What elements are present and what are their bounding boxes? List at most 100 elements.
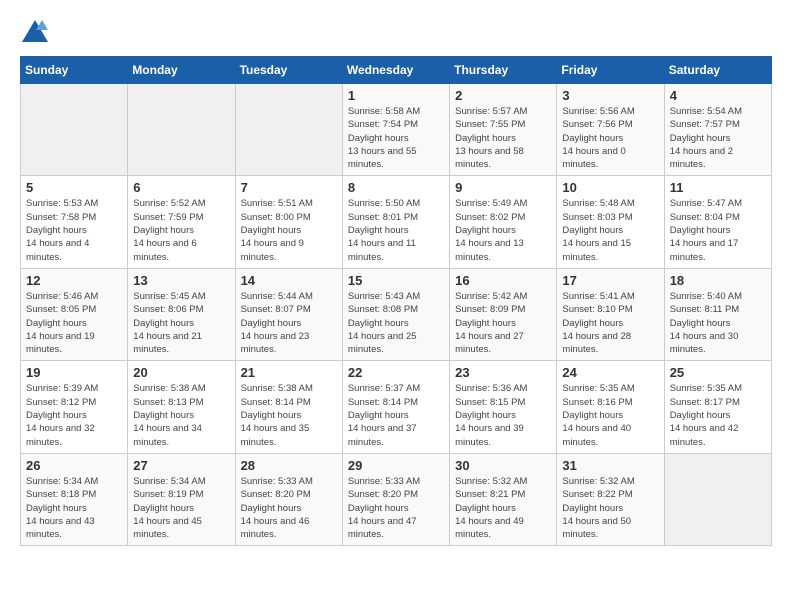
calendar-cell: 13 Sunrise: 5:45 AM Sunset: 8:06 PM Dayl… bbox=[128, 268, 235, 360]
day-number: 3 bbox=[562, 88, 658, 103]
daylight-value: 14 hours and 28 minutes. bbox=[562, 331, 631, 355]
sunset-label: Sunset: 7:59 PM bbox=[133, 212, 203, 223]
daylight-value: 14 hours and 45 minutes. bbox=[133, 516, 202, 540]
calendar-cell: 27 Sunrise: 5:34 AM Sunset: 8:19 PM Dayl… bbox=[128, 453, 235, 545]
daylight-value: 13 hours and 55 minutes. bbox=[348, 146, 417, 170]
calendar-cell bbox=[235, 84, 342, 176]
daylight-label: Daylight hours bbox=[455, 225, 516, 236]
day-number: 22 bbox=[348, 365, 444, 380]
sunset-label: Sunset: 7:55 PM bbox=[455, 119, 525, 130]
cell-info: Sunrise: 5:39 AM Sunset: 8:12 PM Dayligh… bbox=[26, 382, 122, 448]
sunset-label: Sunset: 8:14 PM bbox=[241, 397, 311, 408]
day-number: 28 bbox=[241, 458, 337, 473]
daylight-label: Daylight hours bbox=[562, 225, 623, 236]
sunset-label: Sunset: 8:22 PM bbox=[562, 489, 632, 500]
calendar-cell: 10 Sunrise: 5:48 AM Sunset: 8:03 PM Dayl… bbox=[557, 176, 664, 268]
daylight-label: Daylight hours bbox=[670, 318, 731, 329]
calendar-cell: 17 Sunrise: 5:41 AM Sunset: 8:10 PM Dayl… bbox=[557, 268, 664, 360]
day-number: 31 bbox=[562, 458, 658, 473]
daylight-value: 14 hours and 19 minutes. bbox=[26, 331, 95, 355]
day-number: 14 bbox=[241, 273, 337, 288]
cell-info: Sunrise: 5:32 AM Sunset: 8:21 PM Dayligh… bbox=[455, 475, 551, 541]
daylight-label: Daylight hours bbox=[133, 410, 194, 421]
day-number: 12 bbox=[26, 273, 122, 288]
calendar-week-4: 19 Sunrise: 5:39 AM Sunset: 8:12 PM Dayl… bbox=[21, 361, 772, 453]
daylight-value: 14 hours and 46 minutes. bbox=[241, 516, 310, 540]
sunset-label: Sunset: 8:17 PM bbox=[670, 397, 740, 408]
sunset-label: Sunset: 7:58 PM bbox=[26, 212, 96, 223]
sunrise-label: Sunrise: 5:42 AM bbox=[455, 291, 527, 302]
daylight-value: 14 hours and 13 minutes. bbox=[455, 238, 524, 262]
col-tuesday: Tuesday bbox=[235, 57, 342, 84]
cell-info: Sunrise: 5:58 AM Sunset: 7:54 PM Dayligh… bbox=[348, 105, 444, 171]
sunset-label: Sunset: 7:56 PM bbox=[562, 119, 632, 130]
calendar-cell: 22 Sunrise: 5:37 AM Sunset: 8:14 PM Dayl… bbox=[342, 361, 449, 453]
daylight-value: 14 hours and 30 minutes. bbox=[670, 331, 739, 355]
cell-info: Sunrise: 5:44 AM Sunset: 8:07 PM Dayligh… bbox=[241, 290, 337, 356]
daylight-value: 14 hours and 47 minutes. bbox=[348, 516, 417, 540]
daylight-label: Daylight hours bbox=[562, 133, 623, 144]
sunset-label: Sunset: 7:54 PM bbox=[348, 119, 418, 130]
cell-info: Sunrise: 5:56 AM Sunset: 7:56 PM Dayligh… bbox=[562, 105, 658, 171]
sunrise-label: Sunrise: 5:35 AM bbox=[670, 383, 742, 394]
daylight-value: 14 hours and 34 minutes. bbox=[133, 423, 202, 447]
sunset-label: Sunset: 8:10 PM bbox=[562, 304, 632, 315]
day-number: 13 bbox=[133, 273, 229, 288]
daylight-value: 14 hours and 21 minutes. bbox=[133, 331, 202, 355]
day-number: 2 bbox=[455, 88, 551, 103]
calendar-week-5: 26 Sunrise: 5:34 AM Sunset: 8:18 PM Dayl… bbox=[21, 453, 772, 545]
daylight-value: 14 hours and 40 minutes. bbox=[562, 423, 631, 447]
col-saturday: Saturday bbox=[664, 57, 771, 84]
sunrise-label: Sunrise: 5:44 AM bbox=[241, 291, 313, 302]
sunset-label: Sunset: 8:02 PM bbox=[455, 212, 525, 223]
sunset-label: Sunset: 8:04 PM bbox=[670, 212, 740, 223]
sunrise-label: Sunrise: 5:32 AM bbox=[562, 476, 634, 487]
daylight-label: Daylight hours bbox=[241, 503, 302, 514]
daylight-label: Daylight hours bbox=[133, 225, 194, 236]
daylight-label: Daylight hours bbox=[348, 503, 409, 514]
calendar-cell: 31 Sunrise: 5:32 AM Sunset: 8:22 PM Dayl… bbox=[557, 453, 664, 545]
daylight-label: Daylight hours bbox=[670, 133, 731, 144]
calendar-cell: 4 Sunrise: 5:54 AM Sunset: 7:57 PM Dayli… bbox=[664, 84, 771, 176]
calendar-cell: 19 Sunrise: 5:39 AM Sunset: 8:12 PM Dayl… bbox=[21, 361, 128, 453]
cell-info: Sunrise: 5:37 AM Sunset: 8:14 PM Dayligh… bbox=[348, 382, 444, 448]
day-number: 19 bbox=[26, 365, 122, 380]
day-number: 8 bbox=[348, 180, 444, 195]
calendar-cell: 6 Sunrise: 5:52 AM Sunset: 7:59 PM Dayli… bbox=[128, 176, 235, 268]
day-number: 23 bbox=[455, 365, 551, 380]
daylight-label: Daylight hours bbox=[455, 410, 516, 421]
cell-info: Sunrise: 5:38 AM Sunset: 8:13 PM Dayligh… bbox=[133, 382, 229, 448]
day-number: 5 bbox=[26, 180, 122, 195]
daylight-label: Daylight hours bbox=[26, 503, 87, 514]
day-number: 7 bbox=[241, 180, 337, 195]
day-number: 18 bbox=[670, 273, 766, 288]
day-number: 16 bbox=[455, 273, 551, 288]
sunset-label: Sunset: 8:09 PM bbox=[455, 304, 525, 315]
daylight-label: Daylight hours bbox=[241, 318, 302, 329]
cell-info: Sunrise: 5:48 AM Sunset: 8:03 PM Dayligh… bbox=[562, 197, 658, 263]
calendar-table: Sunday Monday Tuesday Wednesday Thursday… bbox=[20, 56, 772, 546]
day-number: 29 bbox=[348, 458, 444, 473]
sunrise-label: Sunrise: 5:58 AM bbox=[348, 106, 420, 117]
calendar-cell: 5 Sunrise: 5:53 AM Sunset: 7:58 PM Dayli… bbox=[21, 176, 128, 268]
day-number: 17 bbox=[562, 273, 658, 288]
sunrise-label: Sunrise: 5:35 AM bbox=[562, 383, 634, 394]
cell-info: Sunrise: 5:52 AM Sunset: 7:59 PM Dayligh… bbox=[133, 197, 229, 263]
calendar-cell: 21 Sunrise: 5:38 AM Sunset: 8:14 PM Dayl… bbox=[235, 361, 342, 453]
cell-info: Sunrise: 5:50 AM Sunset: 8:01 PM Dayligh… bbox=[348, 197, 444, 263]
sunrise-label: Sunrise: 5:49 AM bbox=[455, 198, 527, 209]
daylight-value: 14 hours and 15 minutes. bbox=[562, 238, 631, 262]
day-number: 26 bbox=[26, 458, 122, 473]
cell-info: Sunrise: 5:35 AM Sunset: 8:16 PM Dayligh… bbox=[562, 382, 658, 448]
daylight-value: 14 hours and 42 minutes. bbox=[670, 423, 739, 447]
calendar-cell: 15 Sunrise: 5:43 AM Sunset: 8:08 PM Dayl… bbox=[342, 268, 449, 360]
day-number: 20 bbox=[133, 365, 229, 380]
daylight-value: 14 hours and 39 minutes. bbox=[455, 423, 524, 447]
daylight-value: 14 hours and 6 minutes. bbox=[133, 238, 196, 262]
cell-info: Sunrise: 5:57 AM Sunset: 7:55 PM Dayligh… bbox=[455, 105, 551, 171]
calendar-cell: 9 Sunrise: 5:49 AM Sunset: 8:02 PM Dayli… bbox=[450, 176, 557, 268]
day-number: 27 bbox=[133, 458, 229, 473]
calendar-cell: 24 Sunrise: 5:35 AM Sunset: 8:16 PM Dayl… bbox=[557, 361, 664, 453]
daylight-label: Daylight hours bbox=[455, 133, 516, 144]
sunset-label: Sunset: 8:11 PM bbox=[670, 304, 740, 315]
